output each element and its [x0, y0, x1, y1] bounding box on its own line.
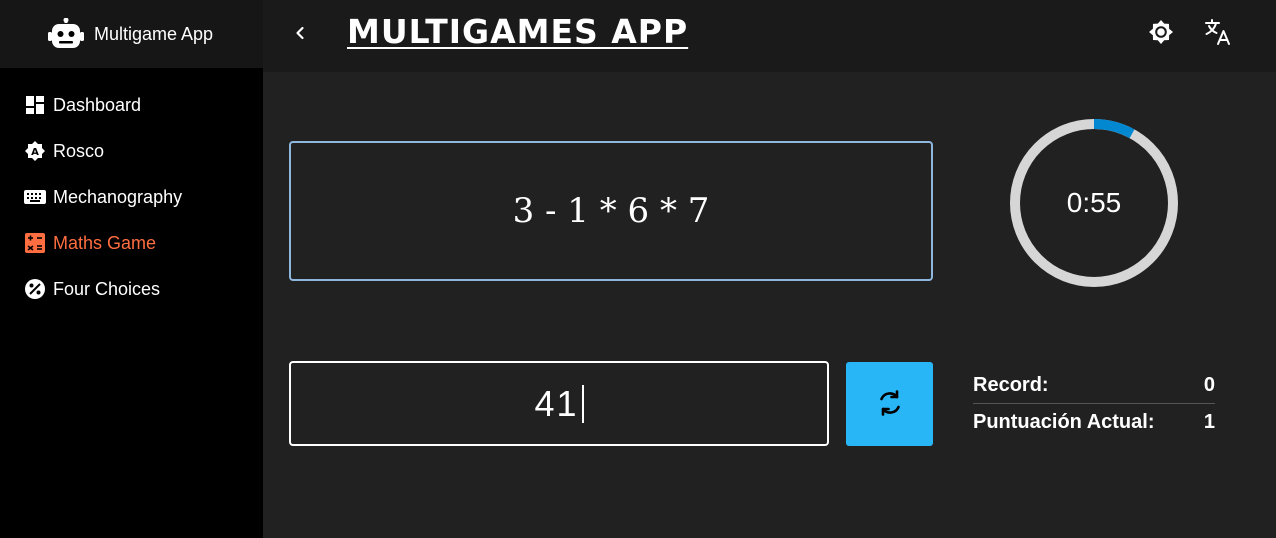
top-bar: MULTIGAMES APP	[263, 0, 1276, 72]
app-root: Multigame App Dashboard A Rosco Mechanog…	[0, 0, 1276, 538]
current-score-row: Puntuación Actual: 1	[973, 404, 1215, 440]
page-title: MULTIGAMES APP	[347, 12, 689, 51]
sidebar-item-label: Four Choices	[53, 278, 161, 299]
keyboard-icon	[24, 186, 46, 208]
current-score-label: Puntuación Actual:	[973, 410, 1155, 433]
rosco-icon: A	[24, 140, 46, 162]
sidebar-item-four-choices[interactable]: Four Choices	[0, 266, 263, 312]
back-button[interactable]	[285, 20, 315, 50]
refresh-button[interactable]	[846, 362, 933, 446]
record-label: Record:	[973, 374, 1049, 396]
calculator-icon	[24, 232, 46, 254]
theme-toggle-button[interactable]	[1145, 18, 1177, 50]
brand-name: Multigame App	[94, 23, 214, 44]
sidebar-item-label: Mechanography	[53, 186, 183, 207]
sidebar: Multigame App Dashboard A Rosco Mechanog…	[0, 0, 263, 538]
language-button[interactable]	[1202, 18, 1234, 50]
svg-text:A: A	[31, 147, 39, 158]
expression-display: 3 - 1 * 6 * 7	[289, 141, 933, 281]
score-panel: Record: 0 Puntuación Actual: 1	[973, 368, 1215, 440]
translate-icon	[1204, 18, 1232, 51]
sidebar-item-mechanography[interactable]: Mechanography	[0, 174, 263, 220]
record-value: 0	[1203, 374, 1215, 396]
back-arrow-icon	[293, 26, 307, 45]
timer-text: 0:55	[1066, 187, 1122, 218]
record-row: Record: 0	[973, 368, 1215, 404]
answer-input[interactable]	[289, 361, 829, 446]
math-expression: 3 - 1 * 6 * 7	[512, 191, 710, 231]
sidebar-item-label: Maths Game	[53, 232, 157, 253]
sidebar-item-dashboard[interactable]: Dashboard	[0, 82, 263, 128]
current-score-value: 1	[1203, 410, 1215, 433]
sidebar-item-label: Rosco	[53, 140, 105, 161]
quiz-icon	[24, 278, 46, 300]
sidebar-item-label: Dashboard	[53, 94, 142, 115]
sidebar-nav: Dashboard A Rosco Mechanography Maths Ga…	[0, 68, 263, 312]
dashboard-icon	[24, 94, 46, 116]
robot-logo-icon	[48, 17, 84, 50]
sidebar-item-rosco[interactable]: A Rosco	[0, 128, 263, 174]
refresh-icon	[875, 388, 905, 421]
brightness-icon	[1148, 19, 1174, 50]
countdown-timer: 0:55	[1009, 118, 1179, 288]
brand[interactable]: Multigame App	[0, 0, 263, 68]
sidebar-item-maths-game[interactable]: Maths Game	[0, 220, 263, 266]
